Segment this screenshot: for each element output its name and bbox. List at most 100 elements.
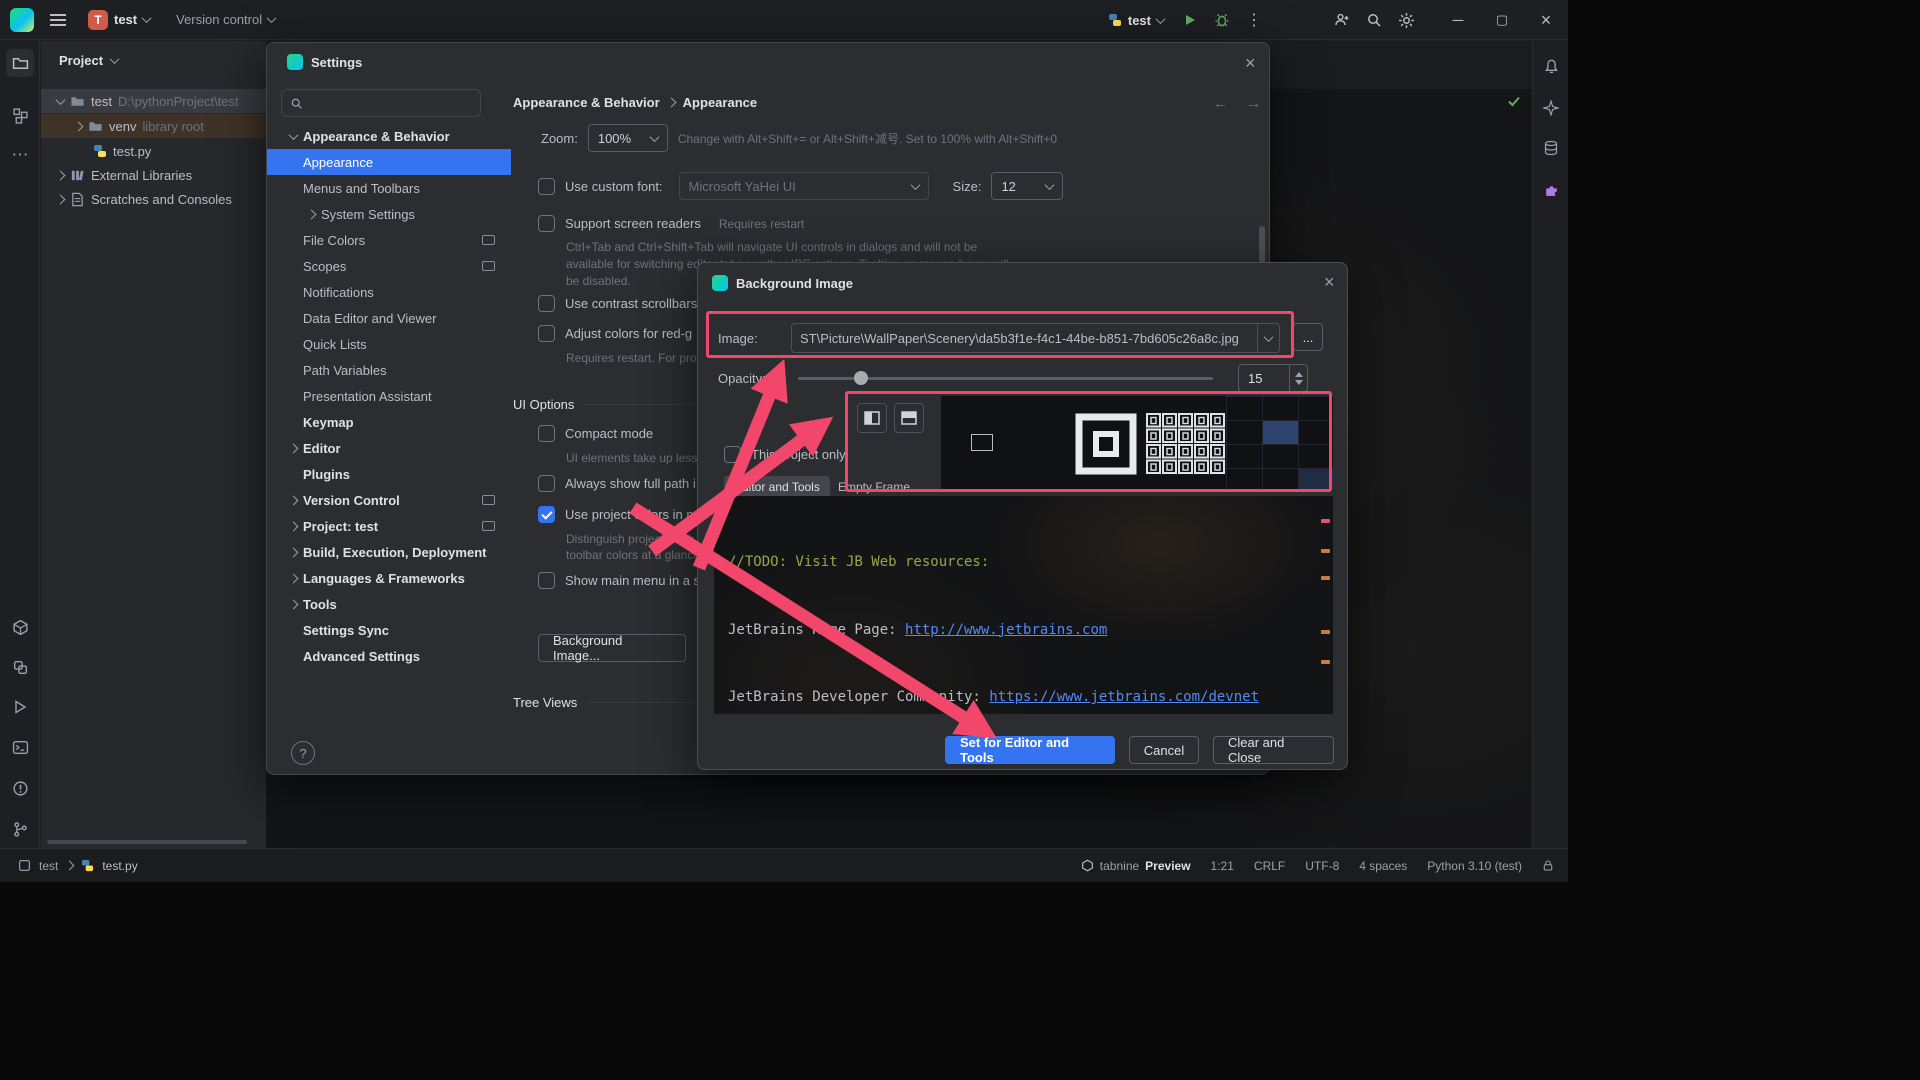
inspections-ok-icon (1508, 96, 1520, 107)
bg-dialog-close-button[interactable]: × (1324, 273, 1335, 291)
run-tool-button[interactable] (6, 693, 34, 721)
browse-button[interactable]: ... (1293, 323, 1323, 351)
status-breadcrumb-file[interactable]: test.py (102, 859, 137, 873)
more-tool-windows-button[interactable]: ⋯ (6, 141, 34, 169)
project-tool-button[interactable] (6, 49, 34, 77)
tree-item-external-libraries[interactable]: External Libraries (41, 163, 266, 187)
minimize-button[interactable]: ─ (1436, 0, 1480, 40)
python-packages-button[interactable] (6, 613, 34, 641)
slider-thumb[interactable] (854, 371, 868, 385)
settings-tree-data-editor[interactable]: Data Editor and Viewer (267, 305, 511, 331)
font-size-select[interactable]: 12 (991, 172, 1064, 200)
settings-tree-version-control[interactable]: Version Control (267, 487, 511, 513)
support-screen-readers-checkbox[interactable] (538, 215, 555, 232)
project-panel-header[interactable]: Project (59, 53, 120, 68)
tree-item-project-root[interactable]: test D:\pythonProject\test (41, 89, 266, 113)
plugins-button[interactable] (1538, 177, 1564, 203)
project-colors-checkbox[interactable] (538, 506, 555, 523)
full-path-checkbox[interactable] (538, 475, 555, 492)
settings-tree-advanced-settings[interactable]: Advanced Settings (267, 643, 511, 669)
settings-tree-scopes[interactable]: Scopes (267, 253, 511, 279)
services-icon (13, 660, 27, 674)
tabnine-widget[interactable]: tabnine Preview (1081, 859, 1191, 873)
settings-search-input[interactable] (309, 95, 459, 111)
contrast-scrollbars-checkbox[interactable] (538, 295, 555, 312)
settings-tree-file-colors[interactable]: File Colors (267, 227, 511, 253)
caret-position-widget[interactable]: 1:21 (1211, 859, 1234, 873)
project-widget[interactable]: T test (88, 9, 152, 30)
more-actions-button[interactable]: ⋮ (1238, 4, 1270, 36)
settings-tree-project-test[interactable]: Project: test (267, 513, 511, 539)
help-button[interactable]: ? (291, 741, 315, 765)
encoding-widget[interactable]: UTF-8 (1305, 859, 1339, 873)
tree-item-scratches[interactable]: Scratches and Consoles (41, 187, 266, 211)
settings-tree-path-variables[interactable]: Path Variables (267, 357, 511, 383)
lock-icon[interactable] (1542, 859, 1554, 872)
settings-tree-presentation-assistant[interactable]: Presentation Assistant (267, 383, 511, 409)
settings-tree-build-execution[interactable]: Build, Execution, Deployment (267, 539, 511, 565)
settings-tree-tools[interactable]: Tools (267, 591, 511, 617)
settings-button[interactable] (1390, 4, 1422, 36)
run-button[interactable] (1174, 4, 1206, 36)
back-arrow-icon[interactable]: ← (1213, 95, 1228, 112)
code-with-me-button[interactable] (1326, 4, 1358, 36)
settings-close-button[interactable]: × (1245, 54, 1256, 72)
structure-tool-button[interactable] (6, 101, 34, 129)
tab-editor-and-tools[interactable]: Editor and Tools (724, 476, 830, 498)
vcs-widget[interactable]: Version control (176, 12, 277, 27)
status-breadcrumb-project[interactable]: test (39, 859, 58, 873)
problems-button[interactable] (6, 774, 34, 802)
settings-tree-languages-frameworks[interactable]: Languages & Frameworks (267, 565, 511, 591)
debug-button[interactable] (1206, 4, 1238, 36)
set-for-editor-and-tools-button[interactable]: Set for Editor and Tools (945, 735, 1115, 765)
settings-tree-notifications[interactable]: Notifications (267, 279, 511, 305)
cancel-button[interactable]: Cancel (1129, 736, 1199, 764)
line-separator-widget[interactable]: CRLF (1254, 859, 1285, 873)
settings-tree-editor[interactable]: Editor (267, 435, 511, 461)
settings-tree-appearance-behavior[interactable]: Appearance & Behavior (267, 123, 511, 149)
opacity-slider[interactable] (798, 369, 1213, 387)
horizontal-scrollbar[interactable] (47, 840, 247, 844)
settings-tree-menus-toolbars[interactable]: Menus and Toolbars (267, 175, 511, 201)
preview-link: https://www.jetbrains.com/devnet (989, 689, 1260, 705)
settings-tree-keymap[interactable]: Keymap (267, 409, 511, 435)
settings-tree-system-settings[interactable]: System Settings (267, 201, 511, 227)
left-tool-strip: ⋯ (0, 41, 40, 848)
main-menu-button[interactable] (42, 4, 74, 36)
this-project-only-checkbox[interactable] (724, 446, 741, 463)
settings-tree-settings-sync[interactable]: Settings Sync (267, 617, 511, 643)
ai-assistant-button[interactable] (1538, 95, 1564, 121)
settings-search-field[interactable] (281, 89, 481, 117)
notifications-button[interactable] (1538, 53, 1564, 79)
terminal-button[interactable] (6, 733, 34, 761)
version-control-tool-button[interactable] (6, 815, 34, 843)
close-window-button[interactable]: × (1524, 0, 1568, 40)
adjust-colors-checkbox[interactable] (538, 325, 555, 342)
settings-tree-quick-lists[interactable]: Quick Lists (267, 331, 511, 357)
interpreter-widget[interactable]: Python 3.10 (test) (1427, 859, 1522, 873)
structure-icon (12, 107, 28, 124)
main-menu-checkbox[interactable] (538, 572, 555, 589)
spinner-arrows[interactable] (1289, 365, 1307, 391)
clear-and-close-button[interactable]: Clear and Close (1213, 735, 1334, 765)
tree-item-venv[interactable]: venv library root (41, 114, 266, 138)
close-icon: × (1245, 53, 1256, 73)
search-everywhere-button[interactable] (1358, 4, 1390, 36)
indent-widget[interactable]: 4 spaces (1359, 859, 1407, 873)
compact-mode-checkbox[interactable] (538, 425, 555, 442)
services-button[interactable] (6, 653, 34, 681)
settings-tree-plugins[interactable]: Plugins (267, 461, 511, 487)
background-image-button[interactable]: Background Image... (538, 633, 686, 663)
chevron-collapsed-icon (288, 495, 298, 505)
font-family-select[interactable]: Microsoft YaHei UI (678, 172, 929, 200)
use-custom-font-checkbox[interactable] (538, 177, 555, 195)
run-configuration-widget[interactable]: test (1108, 13, 1166, 28)
settings-tree-appearance[interactable]: Appearance (267, 149, 511, 175)
forward-arrow-icon[interactable]: → (1246, 95, 1261, 112)
tree-item-testpy[interactable]: test.py (41, 139, 266, 163)
database-button[interactable] (1538, 135, 1564, 161)
maximize-button[interactable]: ▢ (1480, 0, 1524, 40)
play-icon (1186, 15, 1195, 25)
zoom-select[interactable]: 100% (587, 124, 668, 152)
opacity-spinner[interactable]: 15 (1238, 364, 1308, 392)
